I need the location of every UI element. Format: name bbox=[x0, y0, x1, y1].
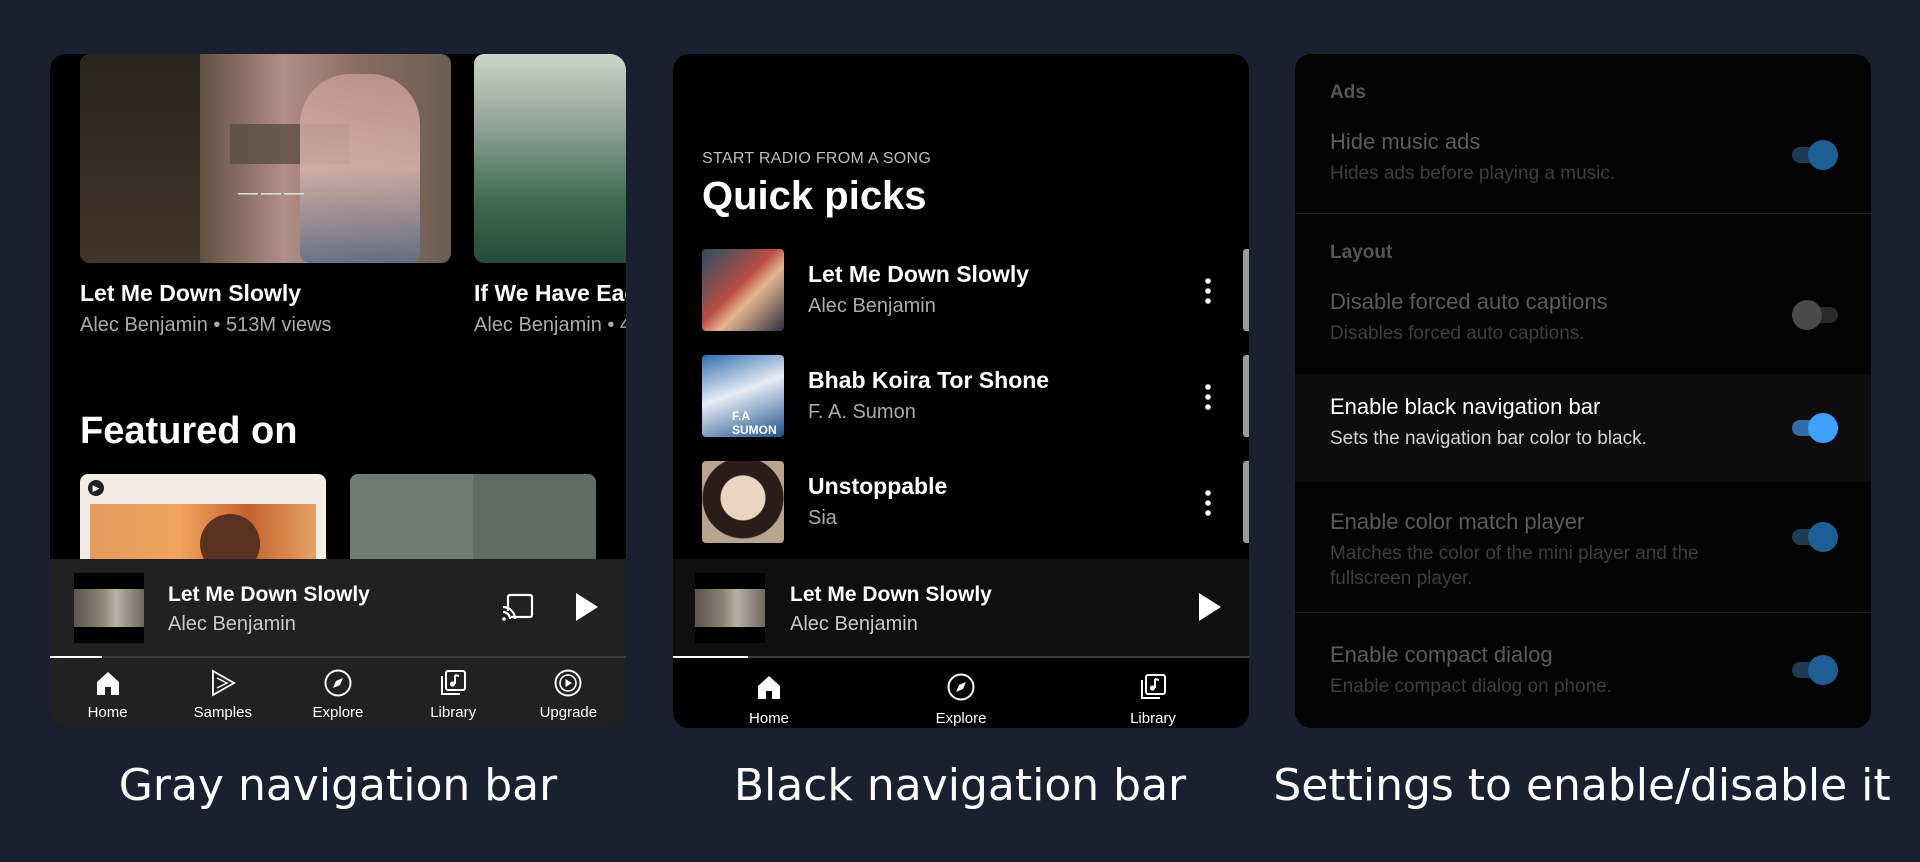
mini-player-title: Let Me Down Slowly bbox=[790, 583, 992, 606]
setting-subtitle: Sets the navigation bar color to black. bbox=[1330, 428, 1647, 449]
play-badge-icon: ▶ bbox=[88, 480, 104, 496]
nav-label: Explore bbox=[312, 704, 364, 721]
setting-subtitle: Enable compact dialog on phone. bbox=[1330, 676, 1613, 697]
more-vert-icon[interactable] bbox=[1204, 277, 1212, 305]
nav-home[interactable]: Home bbox=[50, 658, 165, 728]
section-heading: Quick picks bbox=[702, 174, 927, 218]
nav-label: Upgrade bbox=[539, 704, 598, 721]
song-row[interactable]: Unstoppable Sia bbox=[702, 461, 1222, 543]
nav-upgrade[interactable]: Upgrade bbox=[511, 658, 626, 728]
setting-title: Enable compact dialog bbox=[1330, 642, 1553, 667]
video-thumbnail[interactable] bbox=[474, 54, 626, 263]
play-icon[interactable] bbox=[574, 591, 600, 623]
setting-subtitle: Matches the color of the mini player and… bbox=[1330, 543, 1699, 589]
setting-subtitle: Hides ads before playing a music. bbox=[1330, 163, 1616, 184]
library-icon bbox=[441, 670, 467, 695]
more-vert-icon[interactable] bbox=[1204, 383, 1212, 411]
setting-subtitle: Disables forced auto captions. bbox=[1330, 323, 1585, 344]
settings-section-layout: Layout bbox=[1330, 242, 1393, 263]
setting-black-navigation-bar[interactable]: Enable black navigation bar Sets the nav… bbox=[1295, 374, 1871, 482]
nav-label: Home bbox=[87, 704, 128, 721]
song-row[interactable]: Let Me Down Slowly Alec Benjamin bbox=[702, 249, 1222, 331]
song-title: Let Me Down Slowly bbox=[808, 261, 1030, 287]
caption-settings: Settings to enable/disable it bbox=[1273, 760, 1891, 811]
song-artist: Alec Benjamin bbox=[808, 295, 936, 317]
nav-explore[interactable]: Explore bbox=[865, 658, 1057, 728]
toggle-switch[interactable] bbox=[1792, 412, 1838, 444]
section-heading: Featured on bbox=[80, 410, 298, 452]
black-navigation-bar: Home Explore Library bbox=[673, 658, 1249, 728]
samples-icon bbox=[211, 669, 236, 697]
mini-player-title: Let Me Down Slowly bbox=[168, 583, 370, 606]
library-icon bbox=[1141, 674, 1166, 699]
nav-home[interactable]: Home bbox=[673, 658, 865, 728]
song-title: Unstoppable bbox=[808, 473, 948, 499]
home-icon bbox=[758, 676, 780, 699]
toggle-switch[interactable] bbox=[1792, 521, 1838, 553]
nav-label: Samples bbox=[193, 704, 252, 721]
nav-samples[interactable]: Samples bbox=[165, 658, 280, 728]
settings-screenshot: Ads Hide music ads Hides ads before play… bbox=[1295, 54, 1871, 728]
caption-gray-navbar: Gray navigation bar bbox=[118, 760, 558, 811]
mini-player-art bbox=[74, 573, 144, 643]
mini-player[interactable]: Let Me Down Slowly Alec Benjamin bbox=[50, 559, 626, 657]
setting-disable-auto-captions[interactable]: Disable forced auto captions Disables fo… bbox=[1295, 289, 1871, 373]
setting-title: Enable black navigation bar bbox=[1330, 394, 1601, 419]
more-vert-icon[interactable] bbox=[1204, 489, 1212, 517]
setting-hide-music-ads[interactable]: Hide music ads Hides ads before playing … bbox=[1295, 129, 1871, 233]
setting-title: Enable color match player bbox=[1330, 509, 1585, 534]
setting-title: Hide music ads bbox=[1330, 129, 1481, 154]
toggle-switch[interactable] bbox=[1792, 654, 1838, 686]
nav-library[interactable]: Library bbox=[1057, 658, 1249, 728]
video-title[interactable]: Let Me Down Slowly bbox=[80, 280, 301, 307]
nav-label: Home bbox=[748, 710, 789, 727]
setting-color-match-player[interactable]: Enable color match player Matches the co… bbox=[1295, 509, 1871, 619]
next-column-peek bbox=[1243, 355, 1249, 437]
caption-black-navbar: Black navigation bar bbox=[733, 760, 1187, 811]
gray-navbar-screenshot: ——— Let Me Down Slowly Alec Benjamin • 5… bbox=[50, 54, 626, 728]
play-icon[interactable] bbox=[1197, 591, 1223, 623]
setting-title: Disable forced auto captions bbox=[1330, 289, 1608, 314]
nav-label: Explore bbox=[935, 710, 987, 727]
setting-compact-dialog[interactable]: Enable compact dialog Enable compact dia… bbox=[1295, 642, 1871, 712]
thumbnail-overlay: ——— bbox=[238, 182, 307, 204]
song-title: Bhab Koira Tor Shone bbox=[808, 367, 1050, 393]
explore-icon bbox=[947, 673, 975, 701]
divider bbox=[1295, 213, 1871, 214]
song-artwork bbox=[702, 249, 784, 331]
black-navbar-screenshot: START RADIO FROM A SONG Quick picks Let … bbox=[673, 54, 1249, 728]
nav-library[interactable]: Library bbox=[396, 658, 511, 728]
next-column-peek bbox=[1243, 461, 1249, 543]
song-row[interactable]: F.A SUMON Bhab Koira Tor Shone F. A. Sum… bbox=[702, 355, 1222, 437]
video-subtitle: Alec Benjamin • 513M views bbox=[80, 314, 332, 336]
settings-section-ads: Ads bbox=[1330, 82, 1366, 103]
song-artist: F. A. Sumon bbox=[808, 401, 916, 423]
nav-label: Library bbox=[1130, 710, 1176, 727]
playlist-card[interactable]: ▶ bbox=[80, 474, 326, 564]
song-artwork: F.A SUMON bbox=[702, 355, 784, 437]
divider bbox=[1295, 612, 1871, 613]
cast-icon[interactable] bbox=[502, 593, 534, 621]
toggle-switch[interactable] bbox=[1792, 299, 1838, 331]
video-thumbnail[interactable]: ——— bbox=[80, 54, 451, 263]
mini-player-art bbox=[695, 573, 765, 643]
playlist-card[interactable] bbox=[350, 474, 596, 564]
toggle-switch[interactable] bbox=[1792, 139, 1838, 171]
gray-navigation-bar: Home Samples Explore Library Upgrade bbox=[50, 658, 626, 728]
next-column-peek bbox=[1243, 249, 1249, 331]
section-eyebrow: START RADIO FROM A SONG bbox=[702, 150, 932, 167]
explore-icon bbox=[324, 669, 352, 697]
home-icon bbox=[96, 672, 119, 695]
video-subtitle: Alec Benjamin • 4 bbox=[474, 314, 626, 336]
artwork-text: F.A SUMON bbox=[732, 409, 777, 437]
nav-label: Library bbox=[430, 704, 477, 721]
upgrade-icon bbox=[554, 669, 582, 697]
mini-player[interactable]: Let Me Down Slowly Alec Benjamin bbox=[673, 559, 1249, 657]
video-title[interactable]: If We Have Eac bbox=[474, 280, 626, 307]
mini-player-artist: Alec Benjamin bbox=[168, 613, 296, 635]
nav-explore[interactable]: Explore bbox=[280, 658, 395, 728]
mini-player-artist: Alec Benjamin bbox=[790, 613, 918, 635]
song-artwork bbox=[702, 461, 784, 543]
song-artist: Sia bbox=[808, 507, 837, 529]
